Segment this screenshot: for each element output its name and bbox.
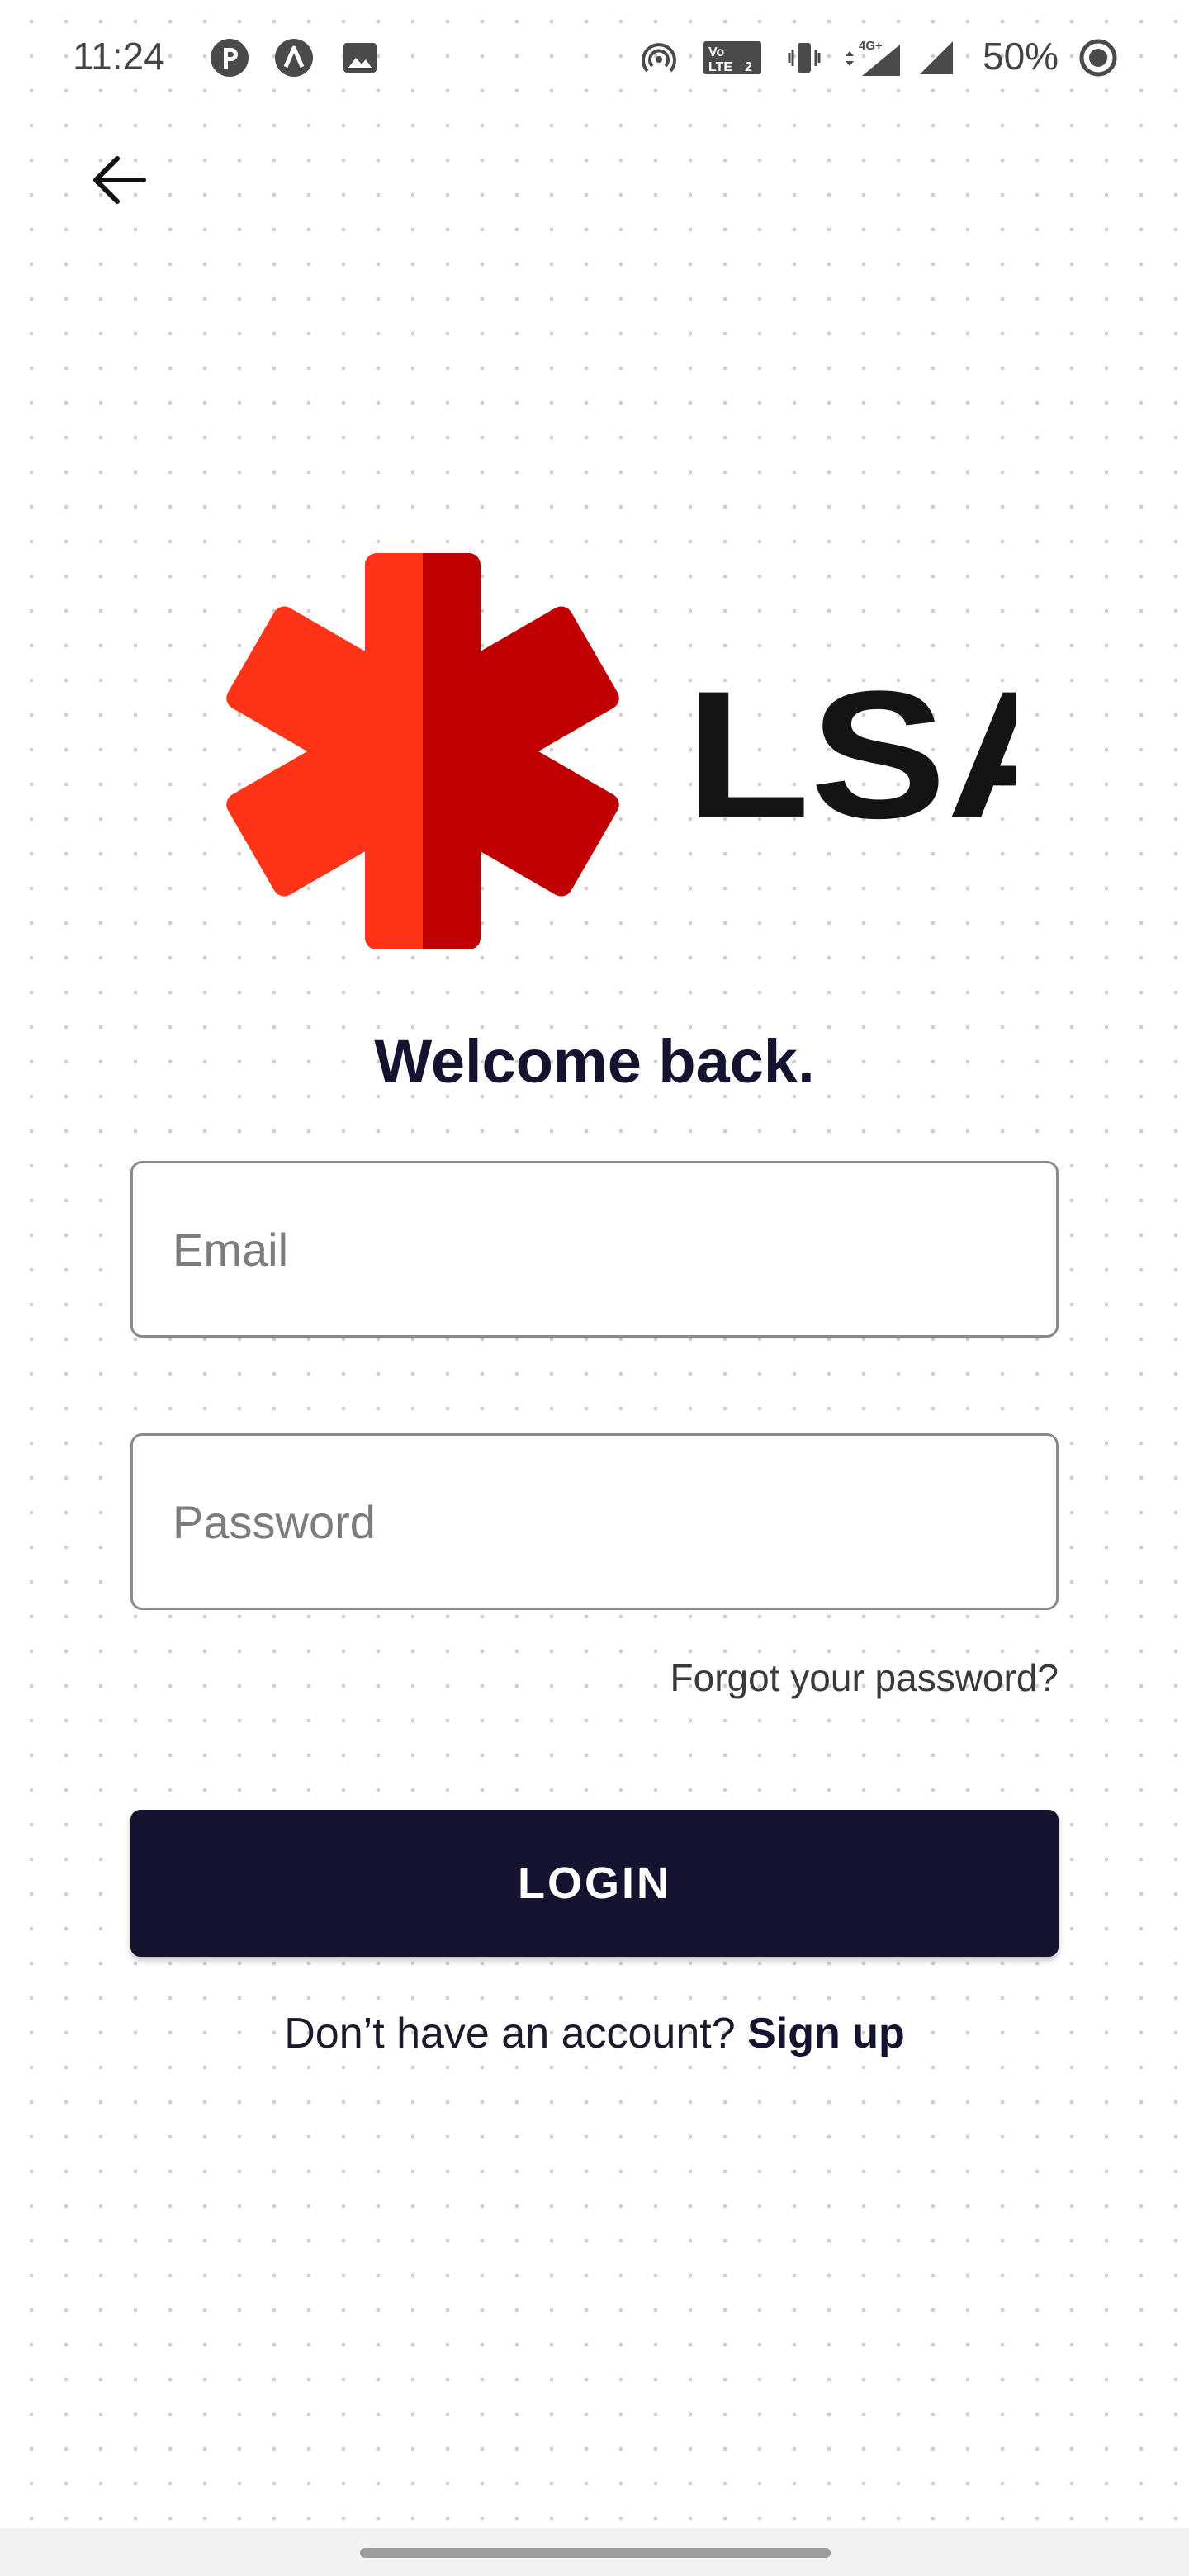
back-button[interactable] xyxy=(79,140,159,220)
image-icon xyxy=(343,43,377,73)
svg-text:2: 2 xyxy=(745,60,752,74)
svg-text:Vo: Vo xyxy=(708,45,724,59)
battery-percent: 50% xyxy=(983,35,1059,78)
signup-link[interactable]: Sign up xyxy=(747,2010,905,2057)
battery-saver-icon xyxy=(1079,39,1117,77)
logo-text: LSAS xyxy=(685,653,1016,856)
volte-icon: Vo LTE 2 xyxy=(703,41,761,74)
forgot-password-link[interactable]: Forgot your password? xyxy=(670,1651,1059,1704)
home-indicator[interactable] xyxy=(360,2548,831,2558)
svg-text:4G+: 4G+ xyxy=(859,39,883,53)
signup-row: Don’t have an account? Sign up xyxy=(0,2005,1189,2062)
email-field[interactable] xyxy=(133,1163,1056,1335)
password-field[interactable] xyxy=(133,1436,1056,1608)
email-field-container xyxy=(130,1161,1059,1338)
signal-4g-icon: 4G+ xyxy=(846,39,900,76)
p-app-icon xyxy=(211,39,249,77)
page-title: Welcome back. xyxy=(374,1027,815,1096)
a-app-icon xyxy=(275,39,313,77)
hotspot-icon xyxy=(642,43,676,73)
signup-prompt: Don’t have an account? xyxy=(284,2010,736,2057)
vibrate-icon xyxy=(788,43,821,73)
signal-icon xyxy=(920,41,953,74)
login-button[interactable]: LOGIN xyxy=(130,1810,1059,1957)
password-field-container xyxy=(130,1433,1059,1610)
status-bar: 11:24 Vo LTE 2 4G+ 50% xyxy=(0,0,1189,112)
lsas-logo: LSAS xyxy=(226,553,1016,949)
star-of-life-icon xyxy=(226,553,619,949)
status-time: 11:24 xyxy=(73,35,165,78)
arrow-left-icon xyxy=(93,156,146,204)
svg-text:LTE: LTE xyxy=(708,60,732,74)
